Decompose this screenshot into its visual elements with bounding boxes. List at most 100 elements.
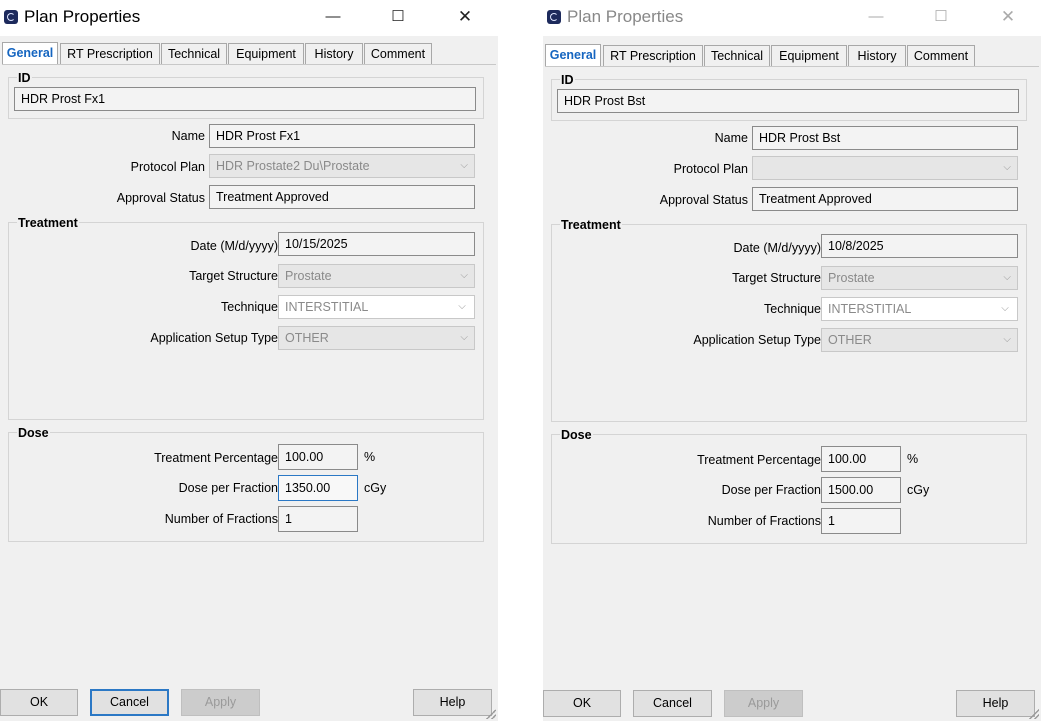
application-setup-type-label: Application Setup Type <box>693 333 821 347</box>
dose-group: Dose Treatment Percentage 100.00 % Dose … <box>8 426 484 542</box>
number-of-fractions-label: Number of Fractions <box>707 514 821 528</box>
minimize-icon[interactable]: — <box>861 4 891 30</box>
dose-per-fraction-unit: cGy <box>907 483 930 497</box>
target-structure-value: Prostate <box>828 271 875 285</box>
tab-technical[interactable]: Technical <box>161 43 227 64</box>
treatment-percentage-label: Treatment Percentage <box>154 451 278 465</box>
date-field[interactable]: 10/15/2025 <box>278 232 475 256</box>
dose-per-fraction-unit: cGy <box>364 481 387 495</box>
name-label: Name <box>171 129 205 143</box>
resize-grip-icon[interactable] <box>486 709 496 719</box>
technique-select[interactable]: INTERSTITIAL ⌵ <box>821 297 1018 321</box>
dose-group-title: Dose <box>560 428 593 442</box>
help-button[interactable]: Help <box>956 690 1035 717</box>
treatment-percentage-unit: % <box>907 452 919 466</box>
protocol-plan-label: Protocol Plan <box>673 162 748 176</box>
window-title: Plan Properties <box>567 7 684 26</box>
tab-comment[interactable]: Comment <box>907 45 975 66</box>
app-icon <box>4 10 18 24</box>
technique-value: INTERSTITIAL <box>828 302 912 316</box>
treatment-percentage-label: Treatment Percentage <box>697 453 821 467</box>
technique-value: INTERSTITIAL <box>285 300 369 314</box>
tab-rt-prescription[interactable]: RT Prescription <box>60 43 160 64</box>
technique-select[interactable]: INTERSTITIAL ⌵ <box>278 295 475 319</box>
technique-label: Technique <box>764 302 821 316</box>
tab-equipment[interactable]: Equipment <box>228 43 304 64</box>
id-field[interactable]: HDR Prost Bst <box>557 89 1019 113</box>
treatment-group: Treatment Date (M/d/yyyy) 10/8/2025 Targ… <box>551 218 1027 422</box>
dose-per-fraction-label: Dose per Fraction <box>178 481 278 495</box>
date-label: Date (M/d/yyyy) <box>190 239 278 253</box>
id-group-title: ID <box>17 71 32 85</box>
close-icon[interactable]: ✕ <box>993 4 1023 30</box>
target-structure-select[interactable]: Prostate ⌵ <box>278 264 475 288</box>
application-setup-type-select[interactable]: OTHER ⌵ <box>278 326 475 350</box>
dose-per-fraction-field[interactable]: 1350.00 <box>278 475 358 501</box>
tab-equipment[interactable]: Equipment <box>771 45 847 66</box>
name-field[interactable]: HDR Prost Fx1 <box>209 124 475 148</box>
dose-per-fraction-field[interactable]: 1500.00 <box>821 477 901 503</box>
maximize-icon[interactable]: ☐ <box>383 4 413 30</box>
help-button[interactable]: Help <box>413 689 492 716</box>
approval-status-label: Approval Status <box>659 193 748 207</box>
ok-button[interactable]: OK <box>0 689 78 716</box>
application-setup-type-value: OTHER <box>285 331 329 345</box>
treatment-group-title: Treatment <box>560 218 622 232</box>
tab-comment[interactable]: Comment <box>364 43 432 64</box>
application-setup-type-value: OTHER <box>828 333 872 347</box>
date-field[interactable]: 10/8/2025 <box>821 234 1018 258</box>
id-field[interactable]: HDR Prost Fx1 <box>14 87 476 111</box>
target-structure-select[interactable]: Prostate ⌵ <box>821 266 1018 290</box>
protocol-plan-label: Protocol Plan <box>130 160 205 174</box>
protocol-plan-select[interactable]: HDR Prostate2 Du\Prostate ⌵ <box>209 154 475 178</box>
protocol-plan-value: HDR Prostate2 Du\Prostate <box>216 159 370 173</box>
minimize-icon[interactable]: — <box>318 4 348 30</box>
chevron-down-icon: ⌵ <box>1001 303 1009 314</box>
approval-status-field[interactable]: Treatment Approved <box>752 187 1018 211</box>
general-page: ID HDR Prost Bst Name HDR Prost Bst Prot… <box>545 66 1039 680</box>
treatment-percentage-field[interactable]: 100.00 <box>821 446 901 472</box>
number-of-fractions-field[interactable]: 1 <box>278 506 358 532</box>
tab-general[interactable]: General <box>2 42 58 65</box>
plan-properties-dialog-left: Plan Properties — ☐ ✕ General RT Prescri… <box>0 0 498 721</box>
tab-technical[interactable]: Technical <box>704 45 770 66</box>
application-setup-type-label: Application Setup Type <box>150 331 278 345</box>
application-setup-type-select[interactable]: OTHER ⌵ <box>821 328 1018 352</box>
dose-per-fraction-label: Dose per Fraction <box>721 483 821 497</box>
tab-history[interactable]: History <box>848 45 906 66</box>
tab-history[interactable]: History <box>305 43 363 64</box>
apply-button[interactable]: Apply <box>724 690 803 717</box>
tab-rt-prescription[interactable]: RT Prescription <box>603 45 703 66</box>
name-label: Name <box>714 131 748 145</box>
name-field[interactable]: HDR Prost Bst <box>752 126 1018 150</box>
ok-button[interactable]: OK <box>543 690 621 717</box>
resize-grip-icon[interactable] <box>1029 709 1039 719</box>
treatment-group: Treatment Date (M/d/yyyy) 10/15/2025 Tar… <box>8 216 484 420</box>
chevron-down-icon: ⌵ <box>460 160 468 171</box>
chevron-down-icon: ⌵ <box>458 301 466 312</box>
apply-button[interactable]: Apply <box>181 689 260 716</box>
cancel-button[interactable]: Cancel <box>633 690 712 717</box>
general-page: ID HDR Prost Fx1 Name HDR Prost Fx1 Prot… <box>2 64 496 678</box>
number-of-fractions-field[interactable]: 1 <box>821 508 901 534</box>
dose-group-title: Dose <box>17 426 50 440</box>
cancel-button[interactable]: Cancel <box>90 689 169 716</box>
approval-status-label: Approval Status <box>116 191 205 205</box>
title-bar: Plan Properties — ☐ ✕ <box>0 0 498 36</box>
approval-status-field[interactable]: Treatment Approved <box>209 185 475 209</box>
target-structure-label: Target Structure <box>189 269 278 283</box>
treatment-percentage-field[interactable]: 100.00 <box>278 444 358 470</box>
chevron-down-icon: ⌵ <box>460 332 468 343</box>
chevron-down-icon: ⌵ <box>1003 162 1011 173</box>
treatment-group-title: Treatment <box>17 216 79 230</box>
protocol-plan-select[interactable]: ⌵ <box>752 156 1018 180</box>
close-icon[interactable]: ✕ <box>450 4 480 30</box>
id-group-title: ID <box>560 73 575 87</box>
chevron-down-icon: ⌵ <box>460 270 468 281</box>
title-bar: Plan Properties — ☐ ✕ <box>543 0 1041 36</box>
window-title: Plan Properties <box>24 7 141 26</box>
chevron-down-icon: ⌵ <box>1003 334 1011 345</box>
tab-general[interactable]: General <box>545 44 601 67</box>
maximize-icon[interactable]: ☐ <box>926 4 956 30</box>
dose-group: Dose Treatment Percentage 100.00 % Dose … <box>551 428 1027 544</box>
